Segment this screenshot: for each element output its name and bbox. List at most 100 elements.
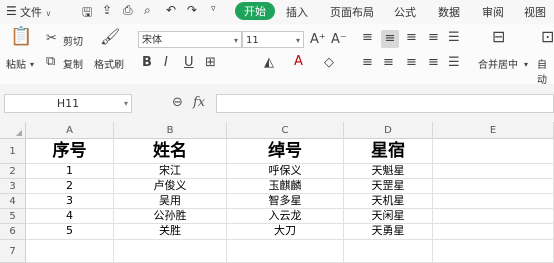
cell-d1[interactable]: 星宿 (344, 139, 433, 164)
customize-dropdown-icon[interactable]: ▿ (211, 4, 216, 14)
row-header-3[interactable]: 3 (0, 179, 26, 194)
cell-b2[interactable]: 宋江 (114, 164, 227, 179)
merge-center-icon[interactable]: ⊟ (492, 29, 505, 45)
paste-icon[interactable]: 📋 (10, 28, 32, 46)
column-header-b[interactable]: B (114, 122, 227, 139)
tab-home[interactable]: 开始 (235, 2, 275, 20)
font-size-select[interactable]: 11 ▾ (242, 31, 304, 48)
cell-d6[interactable]: 天勇星 (344, 224, 433, 240)
cell-d2[interactable]: 天魁星 (344, 164, 433, 179)
column-header-d[interactable]: D (344, 122, 433, 139)
fx-icon[interactable]: fx (193, 95, 205, 110)
cell-a7[interactable] (26, 240, 114, 263)
paste-button[interactable]: 粘贴 (6, 56, 26, 71)
copy-button[interactable]: 复制 (63, 56, 83, 71)
font-name-select[interactable]: 宋体 ▾ (138, 31, 242, 48)
increase-font-icon[interactable]: A⁺ (310, 33, 326, 47)
cell-c3[interactable]: 玉麒麟 (227, 179, 344, 194)
tab-insert[interactable]: 插入 (286, 4, 308, 20)
cell-e5[interactable] (433, 209, 554, 224)
row-header-4[interactable]: 4 (0, 194, 26, 209)
format-painter-icon[interactable]: 🖌 (100, 29, 120, 45)
auto-wrap-button[interactable]: 自动 (537, 56, 554, 86)
cell-d3[interactable]: 天罡星 (344, 179, 433, 194)
tab-view[interactable]: 视图 (524, 4, 546, 20)
cell-e2[interactable] (433, 164, 554, 179)
cell-a1[interactable]: 序号 (26, 139, 114, 164)
tab-review[interactable]: 审阅 (482, 4, 504, 20)
cell-e3[interactable] (433, 179, 554, 194)
underline-icon[interactable]: U (184, 56, 194, 70)
align-middle-icon[interactable]: ≡ (381, 30, 399, 48)
border-icon[interactable]: ⊞ (205, 56, 216, 70)
column-header-a[interactable]: A (26, 122, 114, 139)
cell-e1[interactable] (433, 139, 554, 164)
tab-data[interactable]: 数据 (438, 4, 460, 20)
cell-c7[interactable] (227, 240, 344, 263)
cell-a5[interactable]: 4 (26, 209, 114, 224)
wrap-text-icon[interactable]: ⊡ (541, 29, 554, 45)
cell-b6[interactable]: 关胜 (114, 224, 227, 240)
cell-a6[interactable]: 5 (26, 224, 114, 240)
cell-b4[interactable]: 吴用 (114, 194, 227, 209)
cell-d4[interactable]: 天机星 (344, 194, 433, 209)
align-top-icon[interactable]: ≡ (362, 31, 373, 45)
row-header-6[interactable]: 6 (0, 224, 26, 240)
cell-c6[interactable]: 大刀 (227, 224, 344, 240)
format-painter-button[interactable]: 格式刷 (94, 56, 124, 71)
cell-e6[interactable] (433, 224, 554, 240)
print-preview-icon[interactable]: ⌕ (144, 3, 151, 18)
align-right-icon[interactable]: ≡ (406, 56, 417, 70)
italic-icon[interactable]: I (164, 56, 168, 70)
cell-d5[interactable]: 天闲星 (344, 209, 433, 224)
column-header-e[interactable]: E (433, 122, 554, 139)
decrease-font-icon[interactable]: A⁻ (331, 33, 347, 47)
wrap-indent-icon[interactable]: ≡ (428, 31, 439, 45)
redo-icon[interactable]: ↷ (187, 3, 197, 17)
cell-a2[interactable]: 1 (26, 164, 114, 179)
name-box[interactable]: H11 ▾ (4, 94, 132, 113)
cell-a4[interactable]: 3 (26, 194, 114, 209)
undo-icon[interactable]: ↶ (166, 3, 176, 17)
print-icon[interactable]: ⎙ (123, 3, 133, 18)
share-icon[interactable]: ⇪ (102, 3, 112, 17)
row-header-2[interactable]: 2 (0, 164, 26, 179)
cell-b3[interactable]: 卢俊义 (114, 179, 227, 194)
fill-color-icon[interactable]: ◭ (264, 56, 274, 70)
cell-b5[interactable]: 公孙胜 (114, 209, 227, 224)
column-header-c[interactable]: C (227, 122, 344, 139)
cell-e4[interactable] (433, 194, 554, 209)
row-header-5[interactable]: 5 (0, 209, 26, 224)
cut-button[interactable]: 剪切 (63, 33, 83, 48)
font-color-icon[interactable]: A (294, 55, 303, 69)
cell-b7[interactable] (114, 240, 227, 263)
cell-c5[interactable]: 入云龙 (227, 209, 344, 224)
file-menu[interactable]: 文件 ∨ (20, 4, 51, 20)
clear-format-icon[interactable]: ◇ (324, 56, 334, 70)
distributed-icon[interactable]: ☰ (448, 56, 460, 70)
copy-icon[interactable]: ⧉ (46, 55, 55, 69)
cell-e7[interactable] (433, 240, 554, 263)
paste-dropdown-icon[interactable]: ▾ (30, 58, 34, 72)
align-left-icon[interactable]: ≡ (362, 56, 373, 70)
align-bottom-icon[interactable]: ≡ (406, 31, 417, 45)
justify-icon[interactable]: ≡ (428, 56, 439, 70)
formula-input[interactable] (216, 94, 554, 113)
cell-c2[interactable]: 呼保义 (227, 164, 344, 179)
indent-icon[interactable]: ☰ (448, 31, 460, 45)
hamburger-menu-icon[interactable]: ☰ (6, 4, 17, 18)
zoom-icon[interactable]: ⊖ (172, 95, 183, 110)
select-all-corner[interactable]: ◢ (0, 122, 26, 139)
cell-b1[interactable]: 姓名 (114, 139, 227, 164)
row-header-1[interactable]: 1 (0, 139, 26, 164)
bold-icon[interactable]: B (142, 56, 152, 70)
merge-center-button[interactable]: 合并居中 (478, 56, 518, 71)
tab-page-layout[interactable]: 页面布局 (330, 4, 374, 20)
merge-dropdown-icon[interactable]: ▾ (524, 58, 528, 72)
cut-icon[interactable]: ✂ (46, 32, 57, 46)
cell-c1[interactable]: 绰号 (227, 139, 344, 164)
tab-formulas[interactable]: 公式 (394, 4, 416, 20)
cell-a3[interactable]: 2 (26, 179, 114, 194)
row-header-7[interactable]: 7 (0, 240, 26, 263)
align-center-icon[interactable]: ≡ (383, 56, 394, 70)
